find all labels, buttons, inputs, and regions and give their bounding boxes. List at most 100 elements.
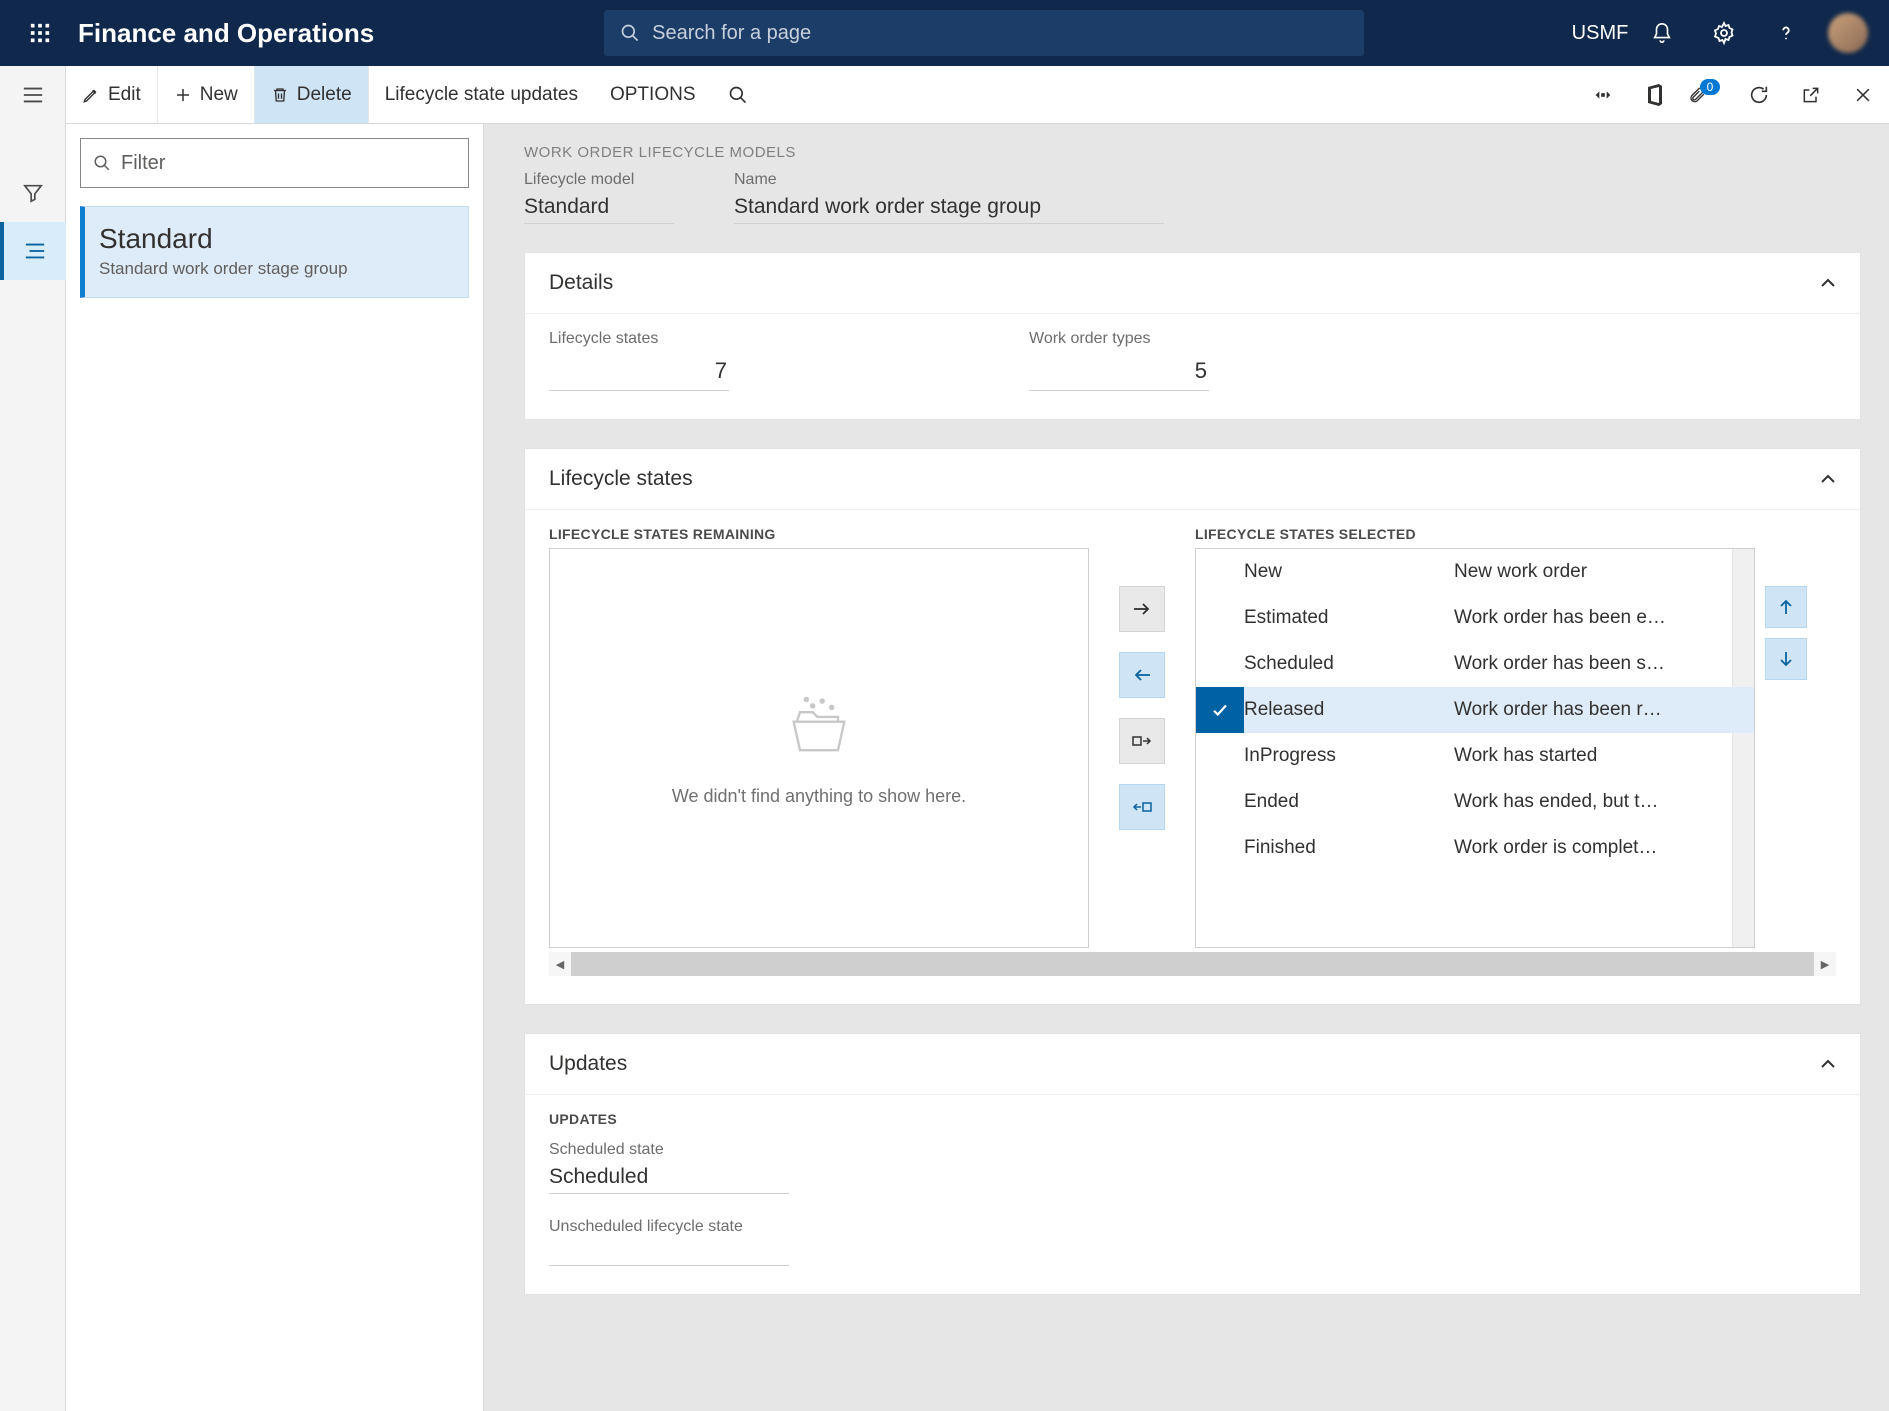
row-name: New (1244, 561, 1424, 583)
updates-group-label: UPDATES (549, 1111, 1836, 1127)
lifecycle-state-updates-button[interactable]: Lifecycle state updates (369, 66, 594, 123)
details-card: Details Lifecycle states 7 Work order ty… (524, 252, 1861, 420)
rail-filter-icon[interactable] (0, 164, 66, 222)
table-row[interactable]: FinishedWork order is complet… (1196, 825, 1754, 871)
move-all-left-button[interactable] (1119, 784, 1165, 830)
table-row[interactable]: ReleasedWork order has been r… (1196, 687, 1754, 733)
remaining-listbox[interactable]: We didn't find anything to show here. (549, 548, 1089, 948)
table-row[interactable]: New New work order (1196, 549, 1754, 595)
trash-icon (271, 86, 289, 104)
empty-text: We didn't find anything to show here. (672, 786, 966, 807)
form-header: WORK ORDER LIFECYCLE MODELS Lifecycle mo… (524, 144, 1861, 224)
help-icon[interactable] (1755, 22, 1817, 44)
unscheduled-state-value[interactable] (549, 1242, 789, 1266)
scrollbar-horizontal[interactable]: ◀ ▶ (549, 952, 1836, 976)
work-order-types-value[interactable]: 5 (1029, 348, 1209, 391)
row-name: Estimated (1244, 607, 1424, 629)
delete-button[interactable]: Delete (255, 66, 369, 123)
scheduled-state-field: Scheduled state Scheduled (549, 1141, 1836, 1194)
scroll-left-arrow[interactable]: ◀ (549, 952, 571, 976)
move-down-button[interactable] (1765, 638, 1807, 680)
close-icon[interactable] (1837, 66, 1889, 123)
row-name: InProgress (1244, 745, 1424, 767)
updates-header[interactable]: Updates (525, 1034, 1860, 1094)
lifecycle-states-title: Lifecycle states (549, 467, 693, 491)
lifecycle-states-card: Lifecycle states LIFECYCLE STATES REMAIN… (524, 448, 1861, 1005)
search-icon (620, 23, 640, 43)
move-left-button[interactable] (1119, 652, 1165, 698)
move-up-button[interactable] (1765, 586, 1807, 628)
reorder-buttons (1765, 586, 1807, 680)
table-row[interactable]: InProgressWork has started (1196, 733, 1754, 779)
lifecycle-model-field: Lifecycle model Standard (524, 171, 674, 224)
selected-label: LIFECYCLE STATES SELECTED (1195, 526, 1755, 542)
attach-count-badge: 0 (1700, 79, 1721, 95)
list-item-subtitle: Standard work order stage group (99, 259, 454, 279)
check-icon (1196, 687, 1244, 733)
unscheduled-state-label: Unscheduled lifecycle state (549, 1218, 1836, 1236)
options-button[interactable]: OPTIONS (594, 66, 712, 123)
lifecycle-states-metric: Lifecycle states 7 (549, 330, 729, 391)
details-title: Details (549, 271, 613, 295)
global-search-input[interactable] (652, 22, 1348, 45)
move-all-right-button[interactable] (1119, 718, 1165, 764)
work-order-types-metric: Work order types 5 (1029, 330, 1209, 391)
breadcrumb: WORK ORDER LIFECYCLE MODELS (524, 144, 1861, 161)
rail-list-icon[interactable] (0, 222, 66, 280)
filter-box[interactable] (80, 138, 469, 188)
row-desc: Work order has been s… (1454, 653, 1728, 675)
main-form: WORK ORDER LIFECYCLE MODELS Lifecycle mo… (484, 124, 1889, 1411)
lifecycle-model-value[interactable]: Standard (524, 195, 674, 224)
selected-listbox[interactable]: New New work order Estimated Work order has… (1195, 548, 1755, 948)
table-row[interactable]: EndedWork has ended, but t… (1196, 779, 1754, 825)
name-field: Name Standard work order stage group (734, 171, 1164, 224)
lifecycle-updates-label: Lifecycle state updates (385, 84, 578, 106)
edit-button[interactable]: Edit (66, 66, 158, 123)
table-row[interactable]: Estimated Work order has been e… (1196, 595, 1754, 641)
row-desc: New work order (1454, 561, 1728, 583)
name-label: Name (734, 171, 1164, 189)
user-avatar[interactable] (1817, 13, 1879, 53)
settings-gear-icon[interactable] (1693, 21, 1755, 45)
table-row[interactable]: ScheduledWork order has been s… (1196, 641, 1754, 687)
pencil-icon (82, 86, 100, 104)
name-value[interactable]: Standard work order stage group (734, 195, 1164, 224)
page-search-icon[interactable] (712, 66, 764, 123)
remaining-label: LIFECYCLE STATES REMAINING (549, 526, 1089, 542)
global-search[interactable] (604, 10, 1364, 56)
move-buttons (1119, 586, 1165, 830)
waffle-icon[interactable] (10, 22, 70, 44)
remaining-column: LIFECYCLE STATES REMAINING We didn't fin… (549, 526, 1089, 948)
popout-icon[interactable] (1785, 66, 1837, 123)
row-name: Ended (1244, 791, 1424, 813)
company-selector[interactable]: USMF (1569, 22, 1631, 45)
move-right-button[interactable] (1119, 586, 1165, 632)
refresh-icon[interactable] (1733, 66, 1785, 123)
list-item-standard[interactable]: Standard Standard work order stage group (80, 206, 469, 298)
work-order-types-label: Work order types (1029, 330, 1209, 348)
row-desc: Work order has been e… (1454, 607, 1728, 629)
new-button[interactable]: New (158, 66, 255, 123)
lifecycle-states-header[interactable]: Lifecycle states (525, 449, 1860, 509)
selected-column: LIFECYCLE STATES SELECTED New New work or… (1195, 526, 1755, 948)
updates-title: Updates (549, 1052, 627, 1076)
scheduled-state-value[interactable]: Scheduled (549, 1165, 789, 1194)
scheduled-state-label: Scheduled state (549, 1141, 1836, 1159)
attachments-icon[interactable]: 0 (1681, 66, 1733, 123)
list-pane: Standard Standard work order stage group (66, 124, 484, 1411)
scroll-right-arrow[interactable]: ▶ (1814, 952, 1836, 976)
edit-label: Edit (108, 84, 141, 106)
unscheduled-state-field: Unscheduled lifecycle state (549, 1218, 1836, 1266)
action-bar: Edit New Delete Lifecycle state updates … (66, 66, 1889, 124)
empty-folder-icon (781, 690, 857, 766)
personalize-icon[interactable] (1577, 66, 1629, 123)
hamburger-icon[interactable] (0, 66, 66, 124)
notifications-icon[interactable] (1631, 22, 1693, 44)
office-icon[interactable] (1629, 66, 1681, 123)
lifecycle-states-value[interactable]: 7 (549, 348, 729, 391)
details-header[interactable]: Details (525, 253, 1860, 313)
chevron-up-icon (1820, 1059, 1836, 1069)
chevron-up-icon (1820, 474, 1836, 484)
filter-input[interactable] (121, 152, 456, 175)
row-desc: Work order is complet… (1454, 837, 1728, 859)
